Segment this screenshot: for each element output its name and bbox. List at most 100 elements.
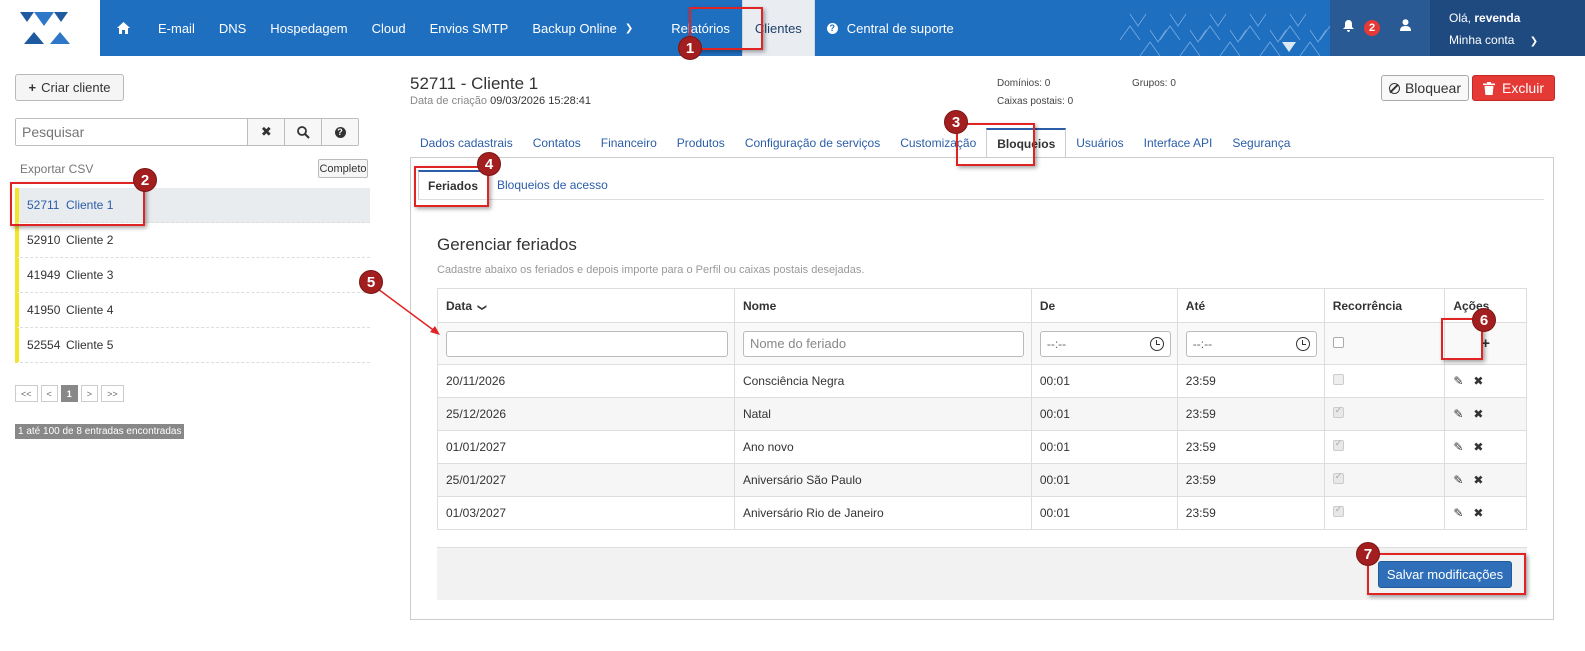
block-label: Bloquear	[1404, 80, 1462, 96]
client-id: 52910	[27, 233, 61, 247]
column-header-date[interactable]: Data ❯	[437, 288, 735, 323]
logo[interactable]	[0, 0, 100, 56]
page-current[interactable]: 1	[60, 385, 78, 402]
user-icon[interactable]	[1400, 19, 1411, 34]
pencil-icon[interactable]: ✎	[1453, 506, 1463, 520]
recurring-checkbox[interactable]	[1332, 336, 1344, 348]
row-name: Ano novo	[733, 430, 1032, 464]
nav-support[interactable]: ? Central de suporte	[815, 0, 966, 56]
tab-registration[interactable]: Dados cadastrais	[410, 128, 523, 158]
column-header-recurring: Recorrência	[1323, 288, 1446, 323]
delete-button[interactable]: Excluir	[1472, 75, 1555, 101]
creation-date-value: 09/03/2026 15:28:41	[490, 95, 592, 107]
nav-dns[interactable]: DNS	[207, 0, 258, 56]
client-id: 41950	[27, 303, 61, 317]
page-first[interactable]: <<	[15, 385, 38, 402]
tab-financial[interactable]: Financeiro	[591, 128, 667, 158]
client-name: Cliente 4	[66, 303, 114, 317]
nav-backup-label: Backup Online	[532, 20, 617, 36]
help-button[interactable]: ?	[321, 119, 358, 145]
highlight-client-1	[10, 182, 145, 226]
trash-icon	[1482, 81, 1495, 95]
creation-date: Data de criação 09/03/2026 15:28:41	[410, 95, 591, 107]
tab-security[interactable]: Segurança	[1222, 128, 1300, 158]
row-to: 23:59	[1176, 496, 1325, 530]
nav-email[interactable]: E-mail	[146, 0, 207, 56]
tab-products[interactable]: Produtos	[667, 128, 735, 158]
delete-label: Excluir	[1501, 80, 1544, 96]
highlight-holidays-subtab	[414, 166, 489, 207]
create-client-label: Criar cliente	[41, 80, 111, 95]
row-name: Consciência Negra	[733, 364, 1032, 398]
to-time-input[interactable]: --:--	[1185, 330, 1317, 357]
client-name: Cliente 3	[66, 268, 114, 282]
column-header-name: Nome	[733, 288, 1032, 323]
date-input[interactable]	[446, 330, 728, 357]
nav-backup[interactable]: Backup Online ❯	[520, 0, 645, 56]
create-client-button[interactable]: + Criar cliente	[15, 74, 124, 101]
row-to: 23:59	[1176, 430, 1325, 464]
my-account[interactable]: Minha conta ❯	[1449, 33, 1538, 47]
close-icon[interactable]: ✖	[1473, 374, 1483, 388]
nav-hosting[interactable]: Hospedagem	[258, 0, 359, 56]
highlight-save-button	[1367, 553, 1526, 595]
notification-badge[interactable]: 2	[1364, 20, 1380, 36]
step-marker-4: 4	[477, 152, 501, 176]
close-icon[interactable]: ✖	[1473, 506, 1483, 520]
page-last[interactable]: >>	[101, 385, 124, 402]
to-time-placeholder: --:--	[1192, 336, 1213, 351]
nav-smtp[interactable]: Envios SMTP	[418, 0, 521, 56]
search-button[interactable]	[284, 119, 322, 145]
recurring-checkbox	[1332, 471, 1344, 484]
close-icon[interactable]: ✖	[1473, 407, 1483, 421]
account-menu[interactable]: Olá, revenda Minha conta ❯	[1430, 0, 1585, 56]
table-row: 01/01/2027 Ano novo 00:01 23:59 ✎ ✖	[437, 430, 1527, 464]
nav-cloud[interactable]: Cloud	[360, 0, 418, 56]
holiday-name-input[interactable]: Nome do feriado	[742, 330, 1024, 357]
list-item[interactable]: 41950 Cliente 4	[15, 293, 370, 328]
list-item[interactable]: 52910 Cliente 2	[15, 223, 370, 258]
pencil-icon[interactable]: ✎	[1453, 473, 1463, 487]
from-time-input[interactable]: --:--	[1039, 330, 1171, 357]
groups-count: Grupos: 0	[1132, 78, 1176, 89]
row-to: 23:59	[1176, 364, 1325, 398]
tab-contacts[interactable]: Contatos	[523, 128, 591, 158]
search-input[interactable]	[16, 119, 248, 145]
complete-button[interactable]: Completo	[318, 159, 368, 178]
arrow-icon	[373, 285, 440, 335]
pencil-icon[interactable]: ✎	[1453, 407, 1463, 421]
pagination: << < 1 > >>	[15, 385, 124, 402]
row-from: 00:01	[1030, 463, 1178, 497]
home-icon[interactable]	[100, 0, 146, 56]
my-account-label: Minha conta	[1449, 33, 1515, 47]
list-item[interactable]: 52554 Cliente 5	[15, 328, 370, 363]
export-csv-link[interactable]: Exportar CSV	[20, 162, 93, 176]
creation-date-label: Data de criação	[410, 95, 488, 107]
new-holiday-row: Nome do feriado --:-- --:-- +	[437, 322, 1527, 365]
pencil-icon[interactable]: ✎	[1453, 374, 1463, 388]
pencil-icon[interactable]: ✎	[1453, 440, 1463, 454]
clock-icon	[1149, 336, 1164, 351]
tab-users[interactable]: Usuários	[1066, 128, 1133, 158]
decorative-pattern	[1120, 0, 1330, 56]
page-next[interactable]: >	[80, 385, 99, 402]
client-name: Cliente 5	[66, 338, 114, 352]
close-icon: ✖	[260, 124, 272, 139]
tab-service-config[interactable]: Configuração de serviços	[735, 128, 890, 158]
step-marker-7: 7	[1356, 542, 1380, 566]
close-icon[interactable]: ✖	[1473, 440, 1483, 454]
recurring-checkbox	[1332, 374, 1344, 385]
block-button[interactable]: Bloquear	[1381, 75, 1469, 101]
close-icon[interactable]: ✖	[1473, 473, 1483, 487]
clear-search-button[interactable]: ✖	[247, 119, 285, 145]
table-row: 25/01/2027 Aniversário São Paulo 00:01 2…	[437, 463, 1527, 497]
subtab-access-blocks[interactable]: Bloqueios de acesso	[488, 170, 617, 200]
row-date: 01/03/2027	[437, 496, 735, 530]
bell-icon[interactable]	[1343, 20, 1354, 35]
recurring-checkbox	[1332, 504, 1344, 517]
tab-api[interactable]: Interface API	[1134, 128, 1223, 158]
row-date: 25/01/2027	[437, 463, 735, 497]
page-prev[interactable]: <	[40, 385, 58, 402]
chevron-down-icon: ❯	[1529, 36, 1539, 47]
list-item[interactable]: 41949 Cliente 3	[15, 258, 370, 293]
